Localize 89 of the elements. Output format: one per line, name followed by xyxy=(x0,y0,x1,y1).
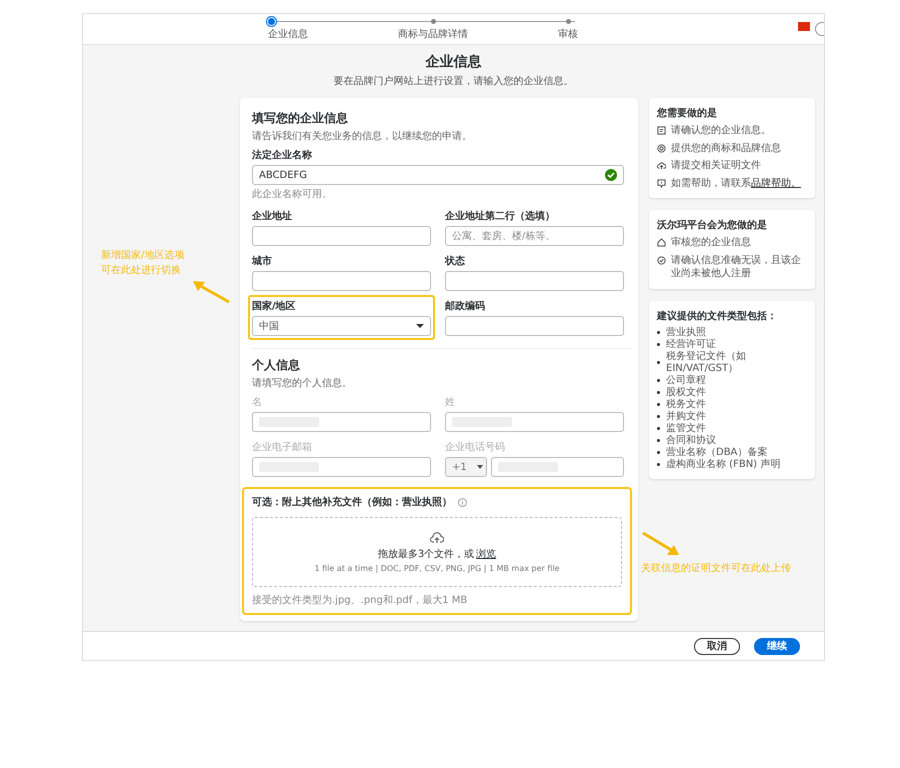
document-type: 经营许可证 xyxy=(666,338,716,350)
document-type: 合同和协议 xyxy=(666,434,716,446)
text-field[interactable]: 公寓、套房、楼/栋等。 xyxy=(445,226,624,246)
bullet-icon xyxy=(657,451,660,454)
field-label: 企业地址第二行（选填） xyxy=(445,210,556,223)
drop-zone[interactable]: 拖放最多3个文件，或 浏览 1 file at a time | DOC, PDF, CSV, PNG, JPG | 1 MB max per file xyxy=(252,517,622,587)
browse-link[interactable]: 浏览 xyxy=(476,546,496,560)
card-title: 您需要做的是 xyxy=(657,106,718,120)
text-field[interactable] xyxy=(252,226,431,246)
caret-icon xyxy=(416,324,424,328)
field-label: 姓 xyxy=(445,396,456,409)
country-code-dropdown[interactable]: +1 xyxy=(445,457,487,477)
field-label: 邮政编码 xyxy=(445,300,486,313)
document-type: 税务登记文件（如 EIN/VAT/GST） xyxy=(666,350,747,374)
field-label: 法定企业名称 xyxy=(252,148,313,162)
field-label: 企业地址 xyxy=(252,210,293,223)
bullet-icon xyxy=(657,331,660,334)
card-item: 请提交相关证明文件 xyxy=(671,159,761,172)
bullet-icon xyxy=(657,379,660,382)
caret-icon xyxy=(476,465,483,469)
card-item: 请确认信息准确无误，且该企业尚未被他人注册 xyxy=(671,254,802,280)
text-field[interactable] xyxy=(252,271,431,291)
field-hint: 此企业名称可用。 xyxy=(252,188,333,201)
phone-field[interactable] xyxy=(491,457,624,477)
document-type: 虚构商业名称 (FBN) 声明 xyxy=(666,458,780,470)
file-type-note: 接受的文件类型为.jpg、.png和.pdf，最大1 MB xyxy=(252,594,468,607)
check-icon xyxy=(605,169,617,181)
bullet-icon xyxy=(657,391,660,394)
bullet-icon xyxy=(657,343,660,346)
help-icon xyxy=(657,178,666,188)
card-item: 提供您的商标和品牌信息 xyxy=(671,142,781,155)
text-field[interactable] xyxy=(252,457,431,477)
cancel-button[interactable]: 取消 xyxy=(694,638,740,654)
upload-label: 可选：附上其他补充文件（例如：营业执照） xyxy=(252,495,452,509)
card-title: 沃尔玛平台会为您做的是 xyxy=(657,218,768,232)
annotation-arrow xyxy=(191,278,231,304)
form-icon xyxy=(657,126,666,135)
document-type: 并购文件 xyxy=(666,410,706,422)
card-title: 建议提供的文件类型包括： xyxy=(657,310,778,322)
field-label: 国家/地区 xyxy=(252,299,297,313)
document-type: 公司章程 xyxy=(666,374,706,386)
card-item: 如需帮助，请联系品牌帮助。 xyxy=(671,176,801,190)
upload-limits: 1 file at a time | DOC, PDF, CSV, PNG, JPG | 1 MB max per file xyxy=(314,564,560,572)
text-field[interactable] xyxy=(252,412,431,432)
info-icon[interactable] xyxy=(458,498,467,506)
step-label[interactable]: 商标与品牌详情 xyxy=(398,26,468,40)
cloud-upload-icon xyxy=(430,532,444,544)
field-label: 企业电子邮箱 xyxy=(252,440,313,454)
document-type: 营业执照 xyxy=(666,326,706,338)
continue-button[interactable]: 继续 xyxy=(754,638,800,654)
bullet-icon xyxy=(657,415,660,418)
step-label[interactable]: 企业信息 xyxy=(268,26,308,40)
section-description: 请告诉我们有关您业务的信息，以继续您的申请。 xyxy=(252,130,473,143)
section-heading: 个人信息 xyxy=(252,357,301,374)
document-type: 监管文件 xyxy=(666,422,706,434)
step-label[interactable]: 审核 xyxy=(558,26,578,40)
bullet-icon xyxy=(657,361,660,364)
document-type: 营业名称（DBA）备案 xyxy=(666,446,768,458)
page-title: 企业信息 xyxy=(424,53,482,71)
bullet-icon xyxy=(657,463,660,466)
help-link[interactable]: 品牌帮助。 xyxy=(751,178,801,188)
text-field[interactable] xyxy=(445,316,624,336)
text-field[interactable]: ABCDEFG xyxy=(252,165,624,185)
check-circle-icon xyxy=(657,256,666,264)
drop-prompt: 拖放最多3个文件，或 xyxy=(378,548,474,560)
home-icon xyxy=(657,238,666,247)
section-description: 请填写您的个人信息。 xyxy=(252,376,353,390)
document-type: 税务文件 xyxy=(666,398,706,410)
annotation-arrow xyxy=(641,530,681,556)
card-item: 审核您的企业信息 xyxy=(671,236,751,250)
bullet-icon xyxy=(657,403,660,406)
text-field[interactable] xyxy=(445,412,624,432)
annotation-text: 关联信息的证明文件可在此处上传 xyxy=(641,562,792,576)
card-item: 请确认您的企业信息。 xyxy=(671,124,771,138)
country-dropdown[interactable]: 中国 xyxy=(252,316,431,336)
bullet-icon xyxy=(657,427,660,430)
section-heading: 填写您的企业信息 xyxy=(252,110,349,127)
document-type: 股权文件 xyxy=(666,386,706,398)
badge-icon xyxy=(657,144,666,152)
annotation-text: 新增国家/地区选项 可在此处进行切换 xyxy=(101,248,186,278)
flag-icon[interactable] xyxy=(798,22,810,31)
field-label: 企业电话号码 xyxy=(445,440,506,454)
cloud-upload-icon xyxy=(657,161,666,170)
field-label: 名 xyxy=(252,396,263,409)
field-label: 状态 xyxy=(445,254,466,268)
bullet-icon xyxy=(657,439,660,442)
text-field[interactable] xyxy=(445,271,624,291)
page-subtitle: 要在品牌门户网站上进行设置，请输入您的企业信息。 xyxy=(332,74,574,88)
field-label: 城市 xyxy=(252,254,273,268)
